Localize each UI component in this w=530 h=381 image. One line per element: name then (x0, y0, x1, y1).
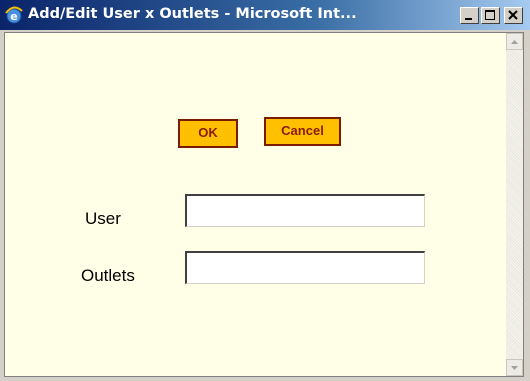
maximize-button[interactable] (481, 7, 500, 24)
scroll-up-button[interactable] (506, 33, 523, 50)
minimize-icon (465, 18, 472, 20)
browser-window: e Add/Edit User x Outlets - Microsoft In… (0, 0, 530, 381)
ie-icon: e (5, 6, 23, 24)
title-bar[interactable]: e Add/Edit User x Outlets - Microsoft In… (0, 0, 530, 30)
vertical-scrollbar[interactable] (506, 33, 523, 376)
maximize-icon (485, 10, 495, 20)
outlets-field[interactable] (185, 251, 425, 284)
window-title: Add/Edit User x Outlets - Microsoft Int.… (28, 6, 357, 22)
scroll-down-button[interactable] (506, 359, 523, 376)
minimize-button[interactable] (460, 7, 479, 24)
scroll-down-icon (511, 366, 518, 370)
cancel-button[interactable]: Cancel (264, 117, 341, 146)
close-icon (508, 10, 518, 20)
user-label: User (85, 209, 121, 228)
outlets-label: Outlets (81, 266, 135, 285)
svg-text:e: e (10, 10, 17, 23)
scroll-up-icon (511, 40, 518, 44)
user-field[interactable] (185, 194, 425, 227)
close-button[interactable] (504, 7, 523, 24)
ok-button[interactable]: OK (178, 119, 238, 148)
page-content: OK Cancel User Outlets (4, 32, 524, 377)
